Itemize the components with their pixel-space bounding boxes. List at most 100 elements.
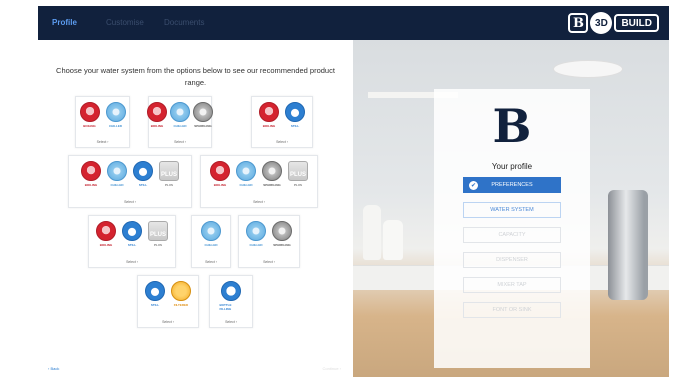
select-link[interactable]: Select › xyxy=(149,140,211,144)
water-option-card[interactable]: BOILING CHILLED SPARKLING Select › xyxy=(147,96,213,148)
water-option-card[interactable]: BOTTLE FILLING Select › xyxy=(209,275,253,328)
select-label: Select xyxy=(276,140,286,144)
select-label: Select xyxy=(96,140,107,144)
chilled-icon: CHILLED xyxy=(200,221,223,247)
chilled-icon-graphic xyxy=(170,102,190,122)
boiling-icon: BOILING xyxy=(78,102,101,128)
icon-label: CHILLED xyxy=(110,183,124,187)
still-icon: STILL xyxy=(144,281,167,307)
icon-label: STILL xyxy=(290,124,300,128)
continue-link[interactable]: Continue › xyxy=(323,366,341,371)
step-dispenser: DISPENSER xyxy=(463,252,561,268)
icon-label: BOILING xyxy=(84,183,98,187)
option-icons: CHILLED SPARKLING xyxy=(239,221,299,247)
sparkling-icon: SPARKLING xyxy=(261,161,284,187)
water-option-card[interactable]: STILL FILTERED Select › xyxy=(137,275,199,328)
water-option-card[interactable]: BOILING CHILLED Select › xyxy=(75,96,130,148)
chilled-icon: CHILLED xyxy=(235,161,258,187)
icon-label: FILTERED xyxy=(173,303,189,307)
step-label: DISPENSER xyxy=(496,257,528,263)
icon-label: PLUS xyxy=(164,183,173,187)
app-frame: Profile Customise Documents B 3D BUILD C… xyxy=(38,6,669,377)
back-link[interactable]: ‹ Back xyxy=(48,366,59,371)
plus-icon: PLUS PLUS xyxy=(287,161,310,187)
tab-documents[interactable]: Documents xyxy=(164,18,204,27)
brand-logo[interactable]: B 3D BUILD xyxy=(568,12,659,34)
select-link[interactable]: Select › xyxy=(138,320,198,324)
sparkling-icon-graphic xyxy=(193,102,213,122)
select-link[interactable]: Select › xyxy=(69,200,191,204)
tab-customise[interactable]: Customise xyxy=(106,18,144,27)
water-option-card[interactable]: BOILING CHILLED STILL PLUS PLUS Select › xyxy=(68,155,192,208)
icon-label: CHILLED xyxy=(239,183,253,187)
select-link[interactable]: Select › xyxy=(192,260,230,264)
plus-icon-graphic: PLUS xyxy=(148,221,168,241)
top-navigation-bar: Profile Customise Documents B 3D BUILD xyxy=(38,6,669,40)
icon-label: STILL xyxy=(138,183,148,187)
select-link[interactable]: Select › xyxy=(201,200,317,204)
select-label: Select xyxy=(253,200,263,204)
option-icons: BOTTLE FILLING xyxy=(210,281,252,311)
step-font-or-sink: FONT OR SINK xyxy=(463,302,561,318)
back-label: Back xyxy=(50,366,60,371)
continue-label: Continue xyxy=(322,366,339,371)
boiling-icon-graphic xyxy=(259,102,279,122)
plus-icon-graphic: PLUS xyxy=(288,161,308,181)
icon-label: CHILLED xyxy=(204,243,218,247)
water-option-card[interactable]: CHILLED SPARKLING Select › xyxy=(238,215,300,268)
bowl-shape xyxy=(553,60,623,78)
icon-label: BOTTLE FILLING xyxy=(219,303,232,311)
step-label: MIXER TAP xyxy=(497,282,527,288)
icon-label: PLUS xyxy=(153,243,162,247)
water-option-card[interactable]: BOILING STILL Select › xyxy=(251,96,313,148)
option-icons: BOILING CHILLED SPARKLING xyxy=(147,102,213,128)
logo-b-mark: B xyxy=(568,13,589,33)
select-link[interactable]: Select › xyxy=(89,260,175,264)
icon-label: STILL xyxy=(150,303,160,307)
instruction-text: Choose your water system from the option… xyxy=(56,66,335,87)
step-capacity: CAPACITY xyxy=(463,227,561,243)
select-label: Select xyxy=(124,200,134,204)
sparkling-icon: SPARKLING xyxy=(193,102,213,128)
water-option-card[interactable]: BOILING STILL PLUS PLUS Select › xyxy=(88,215,176,268)
icon-label: BOILING xyxy=(150,124,164,128)
vase-shape xyxy=(363,205,381,260)
boiling-icon: BOILING xyxy=(209,161,232,187)
still-icon-graphic xyxy=(133,161,153,181)
step-mixer-tap: MIXER TAP xyxy=(463,277,561,293)
bottle-icon: BOTTLE FILLING xyxy=(220,281,243,311)
water-option-card[interactable]: BOILING CHILLED SPARKLING PLUS PLUS Select › xyxy=(200,155,318,208)
option-icons: BOILING CHILLED SPARKLING PLUS PLUS xyxy=(201,161,317,187)
select-link[interactable]: Select › xyxy=(252,140,312,144)
water-option-card[interactable]: CHILLED Select › xyxy=(191,215,231,268)
step-preferences[interactable]: ✔ PREFERENCES xyxy=(463,177,561,193)
step-label: PREFERENCES xyxy=(491,182,533,188)
select-label: Select xyxy=(126,260,136,264)
option-icons: BOILING CHILLED STILL PLUS PLUS xyxy=(69,161,191,187)
chilled-icon-graphic xyxy=(246,221,266,241)
still-icon: STILL xyxy=(284,102,307,128)
select-link[interactable]: Select › xyxy=(239,260,299,264)
icon-label: BOILING xyxy=(83,124,96,128)
option-icons: CHILLED xyxy=(192,221,230,247)
water-system-options-panel: Choose your water system from the option… xyxy=(38,40,353,377)
select-label: Select xyxy=(174,140,184,144)
plus-icon: PLUS PLUS xyxy=(147,221,170,247)
icon-label: PLUS xyxy=(293,183,302,187)
icon-label: CHILLED xyxy=(109,124,122,128)
check-icon: ✔ xyxy=(469,181,478,190)
step-water-system[interactable]: WATER SYSTEM xyxy=(463,202,561,218)
icon-label: STILL xyxy=(127,243,137,247)
chilled-icon: CHILLED xyxy=(104,102,127,128)
icon-label: SPARKLING xyxy=(273,243,291,247)
boiling-icon-graphic xyxy=(79,102,100,122)
select-link[interactable]: Select › xyxy=(76,140,129,144)
logo-build-mark: BUILD xyxy=(614,14,659,32)
boiling-icon: BOILING xyxy=(95,221,118,247)
tab-profile[interactable]: Profile xyxy=(52,18,77,27)
filtered-icon-graphic xyxy=(171,281,191,301)
icon-label: CHILLED xyxy=(173,124,187,128)
filtered-icon: FILTERED xyxy=(170,281,193,307)
boiling-icon-graphic xyxy=(147,102,167,122)
select-link[interactable]: Select › xyxy=(210,320,252,324)
